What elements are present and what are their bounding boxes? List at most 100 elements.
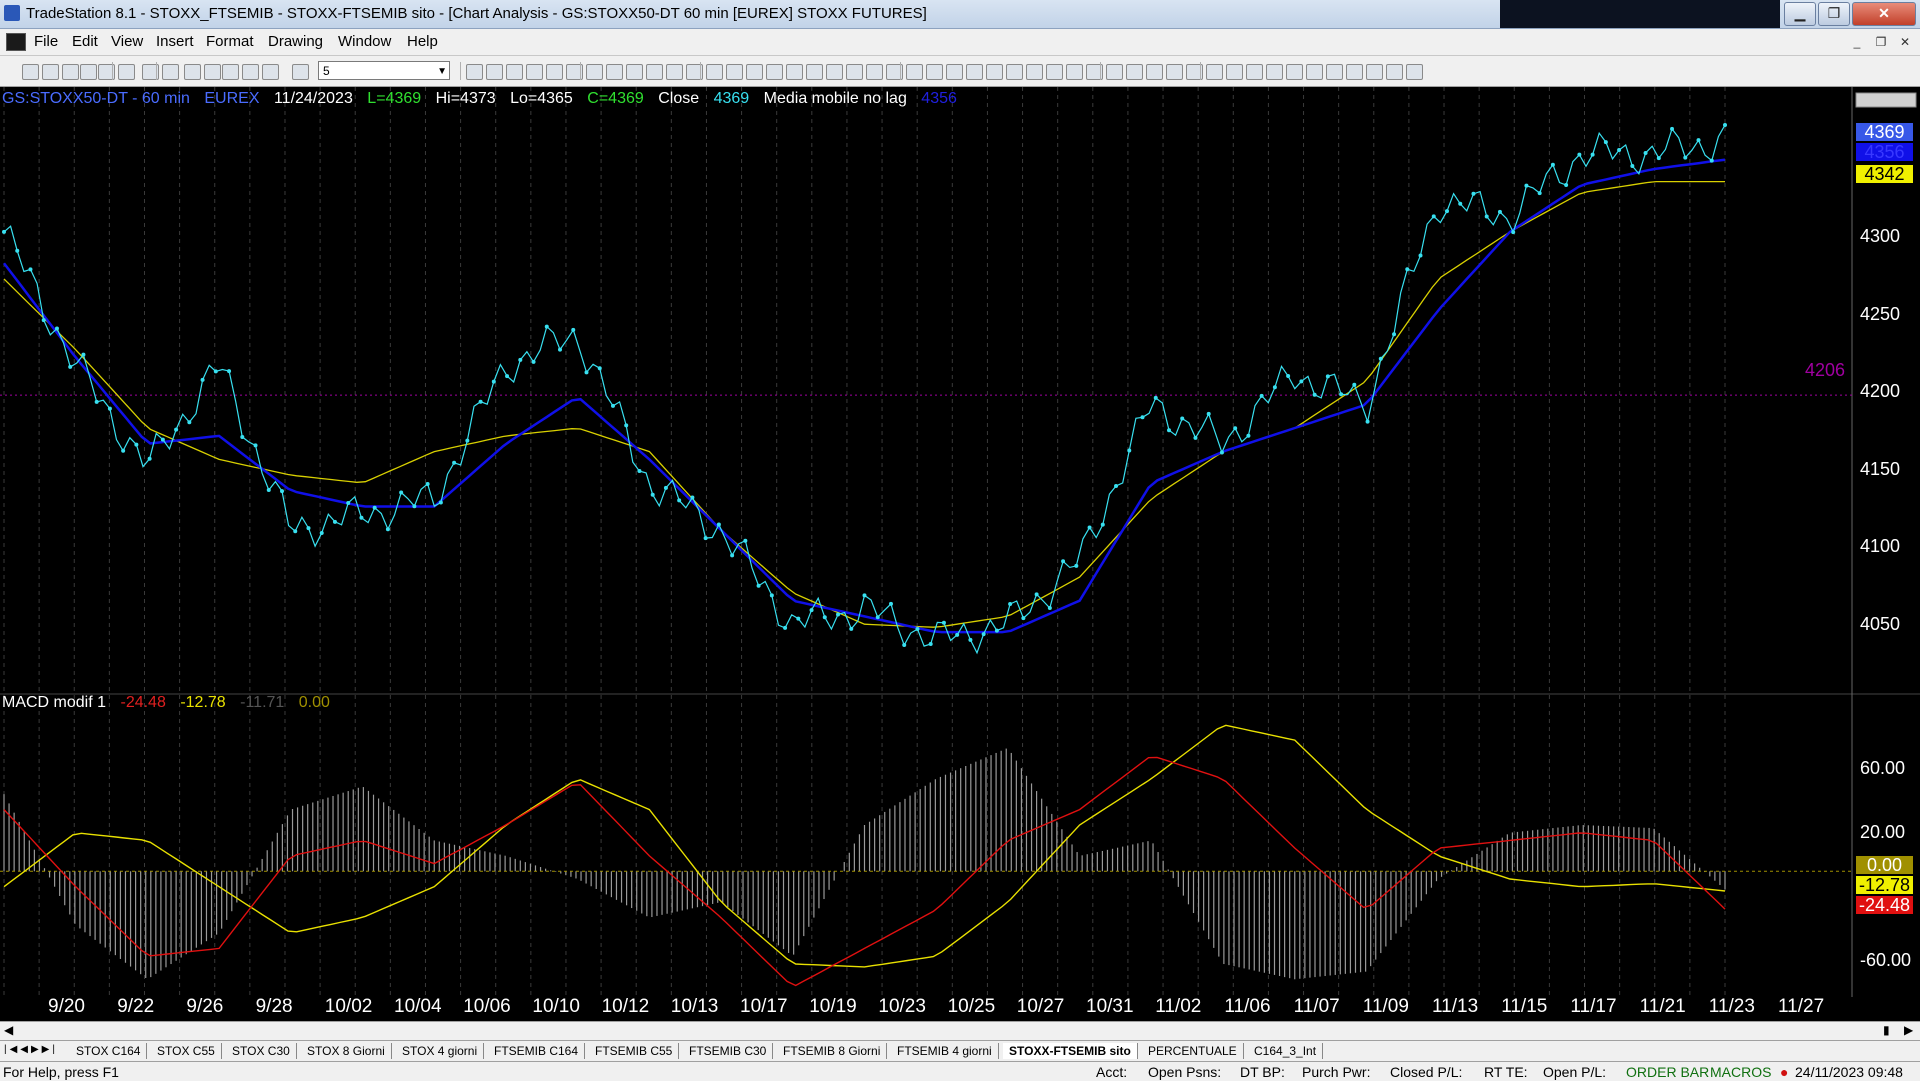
horizontal-scrollbar[interactable]: ◀ ▮ ▶ bbox=[0, 1021, 1920, 1040]
toolbar-tool-icon[interactable] bbox=[118, 64, 135, 80]
sheet-tab[interactable]: FTSEMIB C164 bbox=[488, 1043, 586, 1059]
menu-format[interactable]: Format bbox=[206, 33, 254, 50]
menu-help[interactable]: Help bbox=[407, 33, 438, 50]
price-point bbox=[187, 420, 192, 425]
toolbar-tool-icon[interactable] bbox=[242, 64, 259, 80]
menu-insert[interactable]: Insert bbox=[156, 33, 194, 50]
toolbar-tool-icon[interactable] bbox=[766, 64, 783, 80]
menu-file[interactable]: File bbox=[34, 33, 58, 50]
sheet-tab[interactable]: STOX C30 bbox=[226, 1043, 297, 1059]
toolbar-tool-icon[interactable] bbox=[1286, 64, 1303, 80]
toolbar-tool-icon[interactable] bbox=[546, 64, 563, 80]
mdi-minimize-icon[interactable]: _ bbox=[1848, 34, 1866, 50]
toolbar-tool-icon[interactable] bbox=[22, 64, 39, 80]
sheet-tab[interactable]: FTSEMIB 4 giorni bbox=[891, 1043, 999, 1059]
toolbar-tool-icon[interactable] bbox=[706, 64, 723, 80]
scroll-right-icon[interactable]: ▶ bbox=[1904, 1023, 1913, 1037]
sheet-tab[interactable]: C164_3_Int bbox=[1248, 1043, 1324, 1059]
toolbar-tool-icon[interactable] bbox=[846, 64, 863, 80]
sheet-tab[interactable]: STOX C164 bbox=[70, 1043, 148, 1059]
toolbar-tool-icon[interactable] bbox=[1346, 64, 1363, 80]
toolbar-tool-icon[interactable] bbox=[80, 64, 97, 80]
toolbar-tool-icon[interactable] bbox=[1026, 64, 1043, 80]
toolbar-tool-icon[interactable] bbox=[866, 64, 883, 80]
toolbar-tool-icon[interactable] bbox=[726, 64, 743, 80]
chart-window-icon[interactable] bbox=[6, 33, 26, 51]
sheet-tab[interactable]: STOX 8 Giorni bbox=[301, 1043, 392, 1059]
chart-area[interactable] bbox=[0, 87, 1920, 1020]
toolbar-tool-icon[interactable] bbox=[526, 64, 543, 80]
price-point bbox=[915, 627, 920, 632]
sheet-tab[interactable]: FTSEMIB C55 bbox=[589, 1043, 680, 1059]
toolbar-tool-icon[interactable] bbox=[184, 64, 201, 80]
toolbar-tool-icon[interactable] bbox=[506, 64, 523, 80]
toolbar-tool-icon[interactable] bbox=[1066, 64, 1083, 80]
sheet-tab[interactable]: FTSEMIB 8 Giorni bbox=[777, 1043, 888, 1059]
toolbar-tool-icon[interactable] bbox=[222, 64, 239, 80]
sheet-tab[interactable]: STOX C55 bbox=[151, 1043, 222, 1059]
sheet-tab[interactable]: STOXX-FTSEMIB sito bbox=[1003, 1043, 1138, 1059]
toolbar-tool-icon[interactable] bbox=[906, 64, 923, 80]
sheet-tab[interactable]: STOX 4 giorni bbox=[396, 1043, 485, 1059]
scroll-thumb[interactable]: ▮ bbox=[1883, 1023, 1890, 1037]
toolbar-tool-icon[interactable] bbox=[466, 64, 483, 80]
toolbar-tool-icon[interactable] bbox=[1126, 64, 1143, 80]
tab-nav-icons[interactable]: |◀◀▶▶| bbox=[4, 1044, 58, 1055]
menu-view[interactable]: View bbox=[111, 33, 143, 50]
toolbar-tool-icon[interactable] bbox=[1266, 64, 1283, 80]
sheet-tab[interactable]: PERCENTUALE bbox=[1142, 1043, 1244, 1059]
toolbar-tool-icon[interactable] bbox=[926, 64, 943, 80]
toolbar-tool-icon[interactable] bbox=[262, 64, 279, 80]
date-axis-label: 11/13 bbox=[1432, 996, 1479, 1017]
toolbar-tool-icon[interactable] bbox=[204, 64, 221, 80]
toolbar-tool-icon[interactable] bbox=[292, 64, 309, 80]
toolbar-tool-icon[interactable] bbox=[1326, 64, 1343, 80]
toolbar-tool-icon[interactable] bbox=[1006, 64, 1023, 80]
price-point bbox=[1683, 155, 1688, 160]
toolbar-tool-icon[interactable] bbox=[586, 64, 603, 80]
toolbar-tool-icon[interactable] bbox=[486, 64, 503, 80]
restore-button[interactable]: ❐ bbox=[1818, 2, 1850, 26]
toolbar-tool-icon[interactable] bbox=[62, 64, 79, 80]
toolbar-tool-icon[interactable] bbox=[606, 64, 623, 80]
mdi-restore-icon[interactable]: ❐ bbox=[1872, 34, 1890, 50]
toolbar-tool-icon[interactable] bbox=[42, 64, 59, 80]
interval-combo[interactable]: 5 ▼ bbox=[318, 61, 450, 80]
toolbar-tool-icon[interactable] bbox=[786, 64, 803, 80]
toolbar-tool-icon[interactable] bbox=[946, 64, 963, 80]
toolbar-tool-icon[interactable] bbox=[626, 64, 643, 80]
toolbar-tool-icon[interactable] bbox=[806, 64, 823, 80]
toolbar-tool-icon[interactable] bbox=[1226, 64, 1243, 80]
price-point bbox=[822, 615, 827, 620]
toolbar-tool-icon[interactable] bbox=[1246, 64, 1263, 80]
toolbar-tool-icon[interactable] bbox=[1166, 64, 1183, 80]
toolbar-tool-icon[interactable] bbox=[646, 64, 663, 80]
toolbar-tool-icon[interactable] bbox=[1046, 64, 1063, 80]
toolbar-tool-icon[interactable] bbox=[1366, 64, 1383, 80]
minimize-button[interactable]: ▁ bbox=[1784, 2, 1816, 26]
toolbar-tool-icon[interactable] bbox=[966, 64, 983, 80]
chevron-down-icon: ▼ bbox=[437, 66, 447, 77]
menu-drawing[interactable]: Drawing bbox=[268, 33, 323, 50]
macros-button[interactable]: MACROS bbox=[1710, 1064, 1771, 1080]
chart-canvas[interactable] bbox=[0, 87, 1920, 1020]
toolbar-tool-icon[interactable] bbox=[1306, 64, 1323, 80]
toolbar-tool-icon[interactable] bbox=[826, 64, 843, 80]
order-bar-button[interactable]: ORDER BAR bbox=[1626, 1064, 1709, 1080]
toolbar-tool-icon[interactable] bbox=[162, 64, 179, 80]
toolbar-tool-icon[interactable] bbox=[746, 64, 763, 80]
toolbar-tool-icon[interactable] bbox=[986, 64, 1003, 80]
toolbar-tool-icon[interactable] bbox=[666, 64, 683, 80]
toolbar-tool-icon[interactable] bbox=[1386, 64, 1403, 80]
close-button[interactable]: ✕ bbox=[1852, 2, 1916, 26]
toolbar-tool-icon[interactable] bbox=[1146, 64, 1163, 80]
toolbar-tool-icon[interactable] bbox=[1406, 64, 1423, 80]
toolbar-tool-icon[interactable] bbox=[1206, 64, 1223, 80]
price-point bbox=[624, 423, 629, 428]
mdi-close-icon[interactable]: ✕ bbox=[1896, 34, 1914, 50]
scroll-left-icon[interactable]: ◀ bbox=[4, 1023, 13, 1037]
menu-edit[interactable]: Edit bbox=[72, 33, 98, 50]
toolbar-tool-icon[interactable] bbox=[1106, 64, 1123, 80]
menu-window[interactable]: Window bbox=[338, 33, 391, 50]
sheet-tab[interactable]: FTSEMIB C30 bbox=[683, 1043, 774, 1059]
